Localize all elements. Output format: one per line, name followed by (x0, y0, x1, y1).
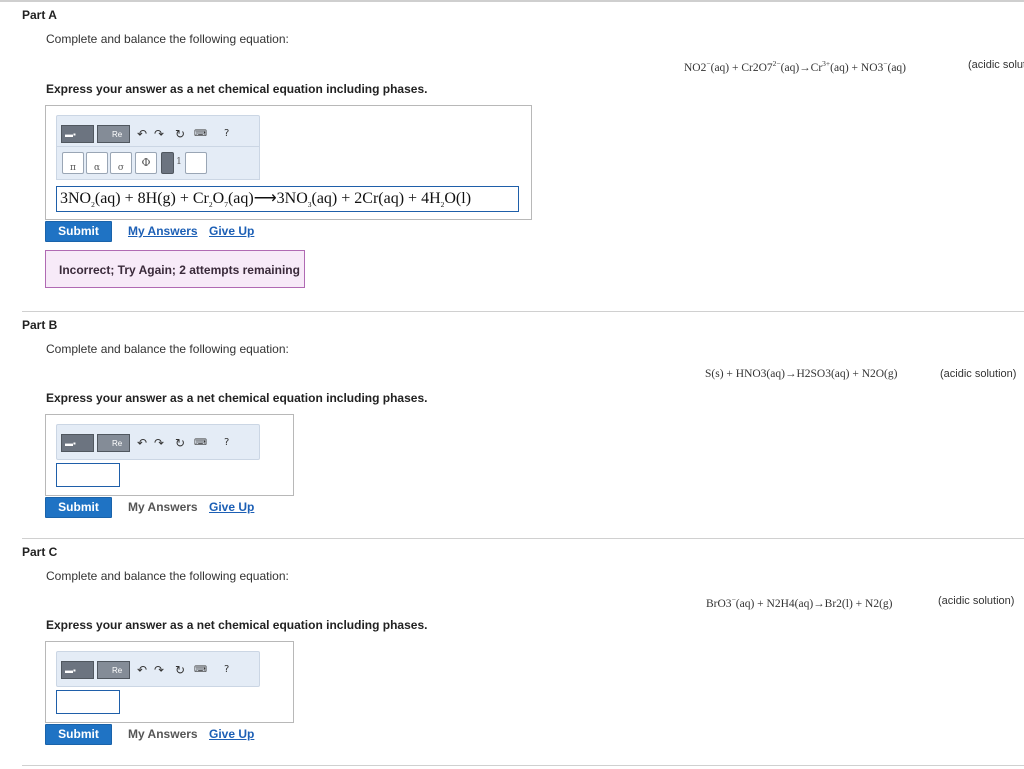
part-b-equation: S(s) + HNO3(aq)→H2SO3(aq) + N2O(g) (705, 368, 898, 380)
keyboard-icon[interactable]: ⌨ (194, 437, 207, 449)
part-a-answer-input[interactable]: 3NO2(aq) + 8H(g) + Cr2O7(aq)⟶3NO3(aq) + … (56, 186, 519, 212)
undo-icon[interactable]: ↶ (137, 437, 147, 449)
subscript-template-button[interactable]: Re (97, 661, 130, 679)
symbol-button-arrow[interactable] (185, 152, 207, 174)
part-b-answer-editor: ▬▪ Re ↶ ↷ ↻ ⌨ ? (45, 414, 294, 496)
symbol-button-dark[interactable] (161, 152, 174, 174)
symbol-button-alpha[interactable]: α (86, 152, 108, 174)
part-c-prompt: Complete and balance the following equat… (46, 569, 289, 583)
part-a-submit-button[interactable]: Submit (45, 221, 112, 242)
part-a-title: Part A (22, 8, 57, 22)
top-rule (0, 0, 1024, 2)
divider (22, 311, 1024, 312)
part-c-submit-button[interactable]: Submit (45, 724, 112, 745)
undo-icon[interactable]: ↶ (137, 664, 147, 676)
part-a-my-answers-link[interactable]: My Answers (128, 224, 198, 238)
part-a-give-up-link[interactable]: Give Up (209, 224, 254, 238)
part-c-my-answers-link[interactable]: My Answers (128, 727, 198, 741)
symbol-button-sigma[interactable]: σ (110, 152, 132, 174)
part-a-condition: (acidic solut (968, 59, 1024, 71)
part-a-feedback: Incorrect; Try Again; 2 attempts remaini… (45, 250, 305, 288)
equation-toolbar: ▬▪ Re ↶ ↷ ↻ ⌨ ? (56, 651, 260, 687)
symbol-one: 1 (176, 157, 182, 167)
divider (22, 538, 1024, 539)
part-b-my-answers-link[interactable]: My Answers (128, 500, 198, 514)
part-c-give-up-link[interactable]: Give Up (209, 727, 254, 741)
template-button[interactable]: ▬▪ (61, 125, 94, 143)
part-c-condition: (acidic solution) (938, 595, 1015, 607)
keyboard-icon[interactable]: ⌨ (194, 128, 207, 140)
part-a-answer-editor: ▬▪ Re ↶ ↷ ↻ ⌨ ? π α σ Φ 1 3NO2(aq) + 8H(… (45, 105, 532, 220)
part-c-answer-editor: ▬▪ Re ↶ ↷ ↻ ⌨ ? (45, 641, 294, 723)
reset-icon[interactable]: ↻ (175, 437, 185, 449)
part-b-prompt: Complete and balance the following equat… (46, 342, 289, 356)
symbol-button-phi[interactable]: Φ (135, 152, 157, 174)
redo-icon[interactable]: ↷ (154, 128, 164, 140)
reset-icon[interactable]: ↻ (175, 128, 185, 140)
help-icon[interactable]: ? (224, 437, 229, 449)
part-a-equation: NO2−(aq) + Cr2O72−(aq)→Cr3+(aq) + NO3−(a… (684, 59, 907, 74)
part-b-give-up-link[interactable]: Give Up (209, 500, 254, 514)
divider (22, 765, 1024, 766)
part-a-instruction: Express your answer as a net chemical eq… (46, 82, 428, 96)
subscript-template-button[interactable]: Re (97, 125, 130, 143)
part-b-condition: (acidic solution) (940, 368, 1017, 380)
help-icon[interactable]: ? (224, 128, 229, 140)
part-c-answer-input[interactable] (56, 690, 120, 714)
keyboard-icon[interactable]: ⌨ (194, 664, 207, 676)
part-b-answer-input[interactable] (56, 463, 120, 487)
redo-icon[interactable]: ↷ (154, 664, 164, 676)
part-b-submit-button[interactable]: Submit (45, 497, 112, 518)
equation-toolbar: ▬▪ Re ↶ ↷ ↻ ⌨ ? (56, 424, 260, 460)
template-button[interactable]: ▬▪ (61, 661, 94, 679)
symbol-toolbar: π α σ Φ 1 (56, 146, 260, 180)
part-b-instruction: Express your answer as a net chemical eq… (46, 391, 428, 405)
symbol-button-pi[interactable]: π (62, 152, 84, 174)
template-button[interactable]: ▬▪ (61, 434, 94, 452)
part-a-prompt: Complete and balance the following equat… (46, 32, 289, 46)
reset-icon[interactable]: ↻ (175, 664, 185, 676)
redo-icon[interactable]: ↷ (154, 437, 164, 449)
part-b-title: Part B (22, 318, 58, 332)
part-c-title: Part C (22, 545, 58, 559)
subscript-template-button[interactable]: Re (97, 434, 130, 452)
part-c-equation: BrO3−(aq) + N2H4(aq)→Br2(l) + N2(g) (706, 595, 893, 610)
help-icon[interactable]: ? (224, 664, 229, 676)
undo-icon[interactable]: ↶ (137, 128, 147, 140)
part-c-instruction: Express your answer as a net chemical eq… (46, 618, 428, 632)
